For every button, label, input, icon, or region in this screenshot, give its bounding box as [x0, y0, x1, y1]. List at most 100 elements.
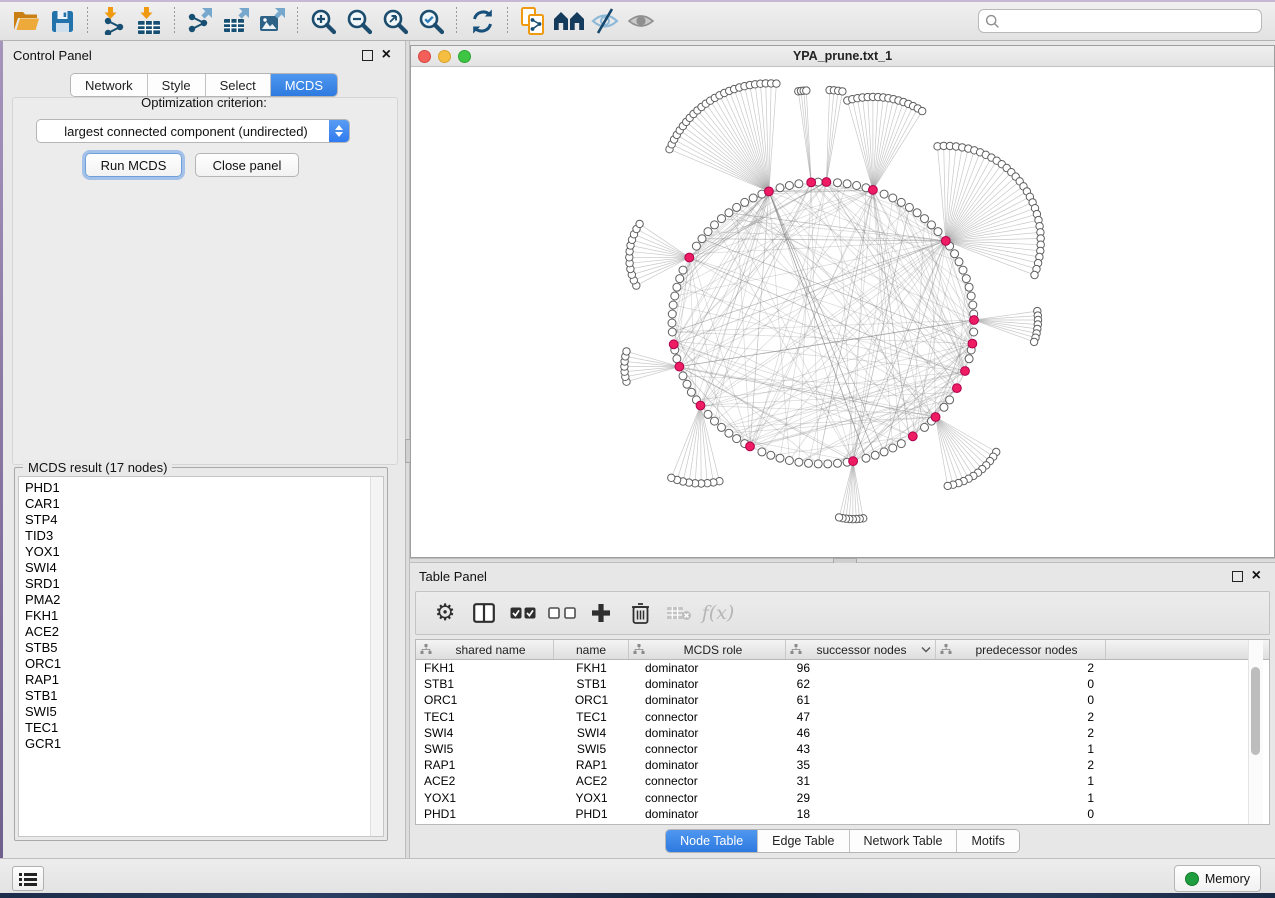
- mcds-result-item[interactable]: SRD1: [25, 576, 370, 592]
- tab-node-table[interactable]: Node Table: [666, 830, 758, 852]
- mcds-result-item[interactable]: TID3: [25, 528, 370, 544]
- close-panel-icon[interactable]: ×: [382, 50, 391, 60]
- table-cell: connector: [629, 791, 786, 805]
- network-window-titlebar[interactable]: YPA_prune.txt_1: [411, 46, 1274, 67]
- zoom-selected-button[interactable]: [413, 5, 449, 37]
- network-window-title: YPA_prune.txt_1: [411, 49, 1274, 63]
- tab-select[interactable]: Select: [206, 74, 271, 96]
- new-network-from-selection-button[interactable]: [515, 5, 551, 37]
- import-table-button[interactable]: [131, 5, 167, 37]
- tab-edge-table[interactable]: Edge Table: [758, 830, 849, 852]
- export-table-icon: [222, 7, 250, 35]
- toolbar-separator: [87, 7, 88, 35]
- table-cell: dominator: [629, 726, 786, 740]
- mcds-result-item[interactable]: PHD1: [25, 480, 370, 496]
- table-cell: 46: [786, 726, 936, 740]
- table-row[interactable]: YOX1YOX1connector291: [416, 790, 1269, 806]
- run-mcds-button[interactable]: Run MCDS: [85, 153, 182, 177]
- column-settings-button[interactable]: ⚙: [430, 598, 460, 628]
- close-panel-icon[interactable]: ×: [1252, 571, 1261, 581]
- table-cell: connector: [629, 774, 786, 788]
- column-header-shared-name[interactable]: shared name: [416, 640, 554, 659]
- zoom-out-button[interactable]: [341, 5, 377, 37]
- zoom-fit-button[interactable]: [377, 5, 413, 37]
- delete-column-button[interactable]: [625, 598, 655, 628]
- export-network-button[interactable]: [182, 5, 218, 37]
- add-column-button[interactable]: [586, 598, 616, 628]
- table-row[interactable]: PHD1PHD1dominator180: [416, 806, 1269, 822]
- table-cell: ORC1: [416, 693, 554, 707]
- table-cell: 1: [936, 791, 1106, 805]
- tab-motifs[interactable]: Motifs: [957, 830, 1018, 852]
- mcds-result-item[interactable]: FKH1: [25, 608, 370, 624]
- export-table-button[interactable]: [218, 5, 254, 37]
- mcds-result-item[interactable]: SWI4: [25, 560, 370, 576]
- criterion-dropdown[interactable]: largest connected component (undirected): [36, 119, 350, 143]
- table-row[interactable]: SWI4SWI4dominator462: [416, 725, 1269, 741]
- table-row[interactable]: STB1STB1dominator620: [416, 676, 1269, 692]
- close-panel-button[interactable]: Close panel: [195, 153, 299, 177]
- tab-style[interactable]: Style: [148, 74, 206, 96]
- mcds-result-item[interactable]: PMA2: [25, 592, 370, 608]
- first-neighbors-button[interactable]: [551, 5, 587, 37]
- mcds-result-group-title: MCDS result (17 nodes): [23, 460, 172, 475]
- mcds-result-item[interactable]: YOX1: [25, 544, 370, 560]
- table-scrollbar-thumb[interactable]: [1251, 667, 1260, 755]
- refresh-button[interactable]: [464, 5, 500, 37]
- mcds-list-scrollbar[interactable]: [370, 477, 383, 836]
- table-cell: dominator: [629, 661, 786, 675]
- column-header-name[interactable]: name: [554, 640, 629, 659]
- mcds-result-item[interactable]: GCR1: [25, 736, 370, 752]
- tab-network[interactable]: Network: [71, 74, 148, 96]
- split-table-button[interactable]: [469, 598, 499, 628]
- search-field[interactable]: [978, 9, 1262, 33]
- column-header-mcds-role[interactable]: MCDS role: [629, 640, 786, 659]
- zoom-in-button[interactable]: [305, 5, 341, 37]
- column-header-predecessor-nodes[interactable]: predecessor nodes: [936, 640, 1106, 659]
- table-panel-titlebar: Table Panel ×: [410, 563, 1275, 589]
- mcds-result-item[interactable]: STB1: [25, 688, 370, 704]
- column-header-successor-nodes[interactable]: successor nodes: [786, 640, 936, 659]
- save-session-button[interactable]: [44, 5, 80, 37]
- deselect-all-rows-button[interactable]: [547, 598, 577, 628]
- list-icon: [19, 872, 37, 886]
- hide-selected-button[interactable]: [587, 5, 623, 37]
- toolbar-separator: [507, 7, 508, 35]
- checked-boxes-icon: [510, 607, 536, 619]
- tab-network-table[interactable]: Network Table: [850, 830, 958, 852]
- mcds-result-item[interactable]: STB5: [25, 640, 370, 656]
- table-row[interactable]: ORC1ORC1dominator610: [416, 692, 1269, 708]
- task-history-button[interactable]: [12, 866, 44, 891]
- tab-mcds[interactable]: MCDS: [271, 74, 337, 96]
- table-row[interactable]: ACE2ACE2connector311: [416, 773, 1269, 789]
- float-panel-icon[interactable]: [1232, 571, 1243, 582]
- table-toolbar: ⚙ f(x): [415, 591, 1270, 635]
- table-row[interactable]: FKH1FKH1dominator962: [416, 660, 1269, 676]
- mcds-result-item[interactable]: TEC1: [25, 720, 370, 736]
- mcds-result-item[interactable]: STP4: [25, 512, 370, 528]
- trash-icon: [631, 602, 650, 624]
- select-all-rows-button[interactable]: [508, 598, 538, 628]
- table-header-row: shared namenameMCDS rolesuccessor nodesp…: [416, 640, 1269, 660]
- mcds-result-item[interactable]: SWI5: [25, 704, 370, 720]
- show-all-button[interactable]: [623, 5, 659, 37]
- table-row[interactable]: SWI5SWI5connector431: [416, 741, 1269, 757]
- table-row[interactable]: RAP1RAP1dominator352: [416, 757, 1269, 773]
- mcds-result-item[interactable]: ORC1: [25, 656, 370, 672]
- mcds-result-item[interactable]: CAR1: [25, 496, 370, 512]
- float-panel-icon[interactable]: [362, 50, 373, 61]
- table-row[interactable]: TEC1TEC1connector472: [416, 709, 1269, 725]
- mcds-result-item[interactable]: ACE2: [25, 624, 370, 640]
- network-canvas[interactable]: [411, 67, 1274, 557]
- export-network-icon: [186, 7, 214, 35]
- memory-status-button[interactable]: Memory: [1174, 865, 1261, 892]
- mcds-result-item[interactable]: RAP1: [25, 672, 370, 688]
- open-file-button[interactable]: [8, 5, 44, 37]
- table-vertical-scrollbar[interactable]: [1248, 640, 1263, 824]
- export-image-button[interactable]: [254, 5, 290, 37]
- fx-icon: f(x): [702, 602, 735, 624]
- table-cell: 2: [936, 661, 1106, 675]
- search-input[interactable]: [1000, 13, 1255, 29]
- import-network-button[interactable]: [95, 5, 131, 37]
- network-graph[interactable]: [411, 67, 1274, 557]
